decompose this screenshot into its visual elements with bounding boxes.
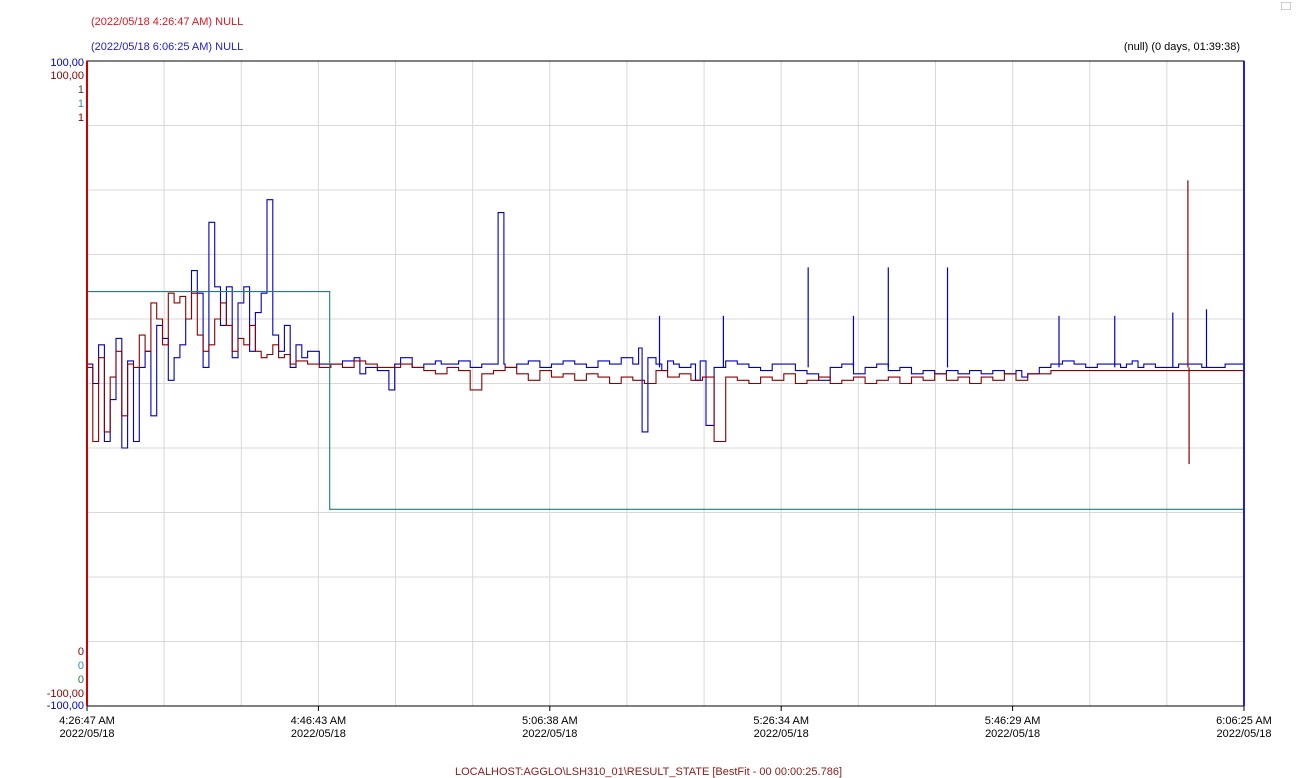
x-tick-date: 2022/05/18 (291, 728, 346, 740)
y-scale-max-label: 100,00 (50, 70, 84, 82)
x-tick-date: 2022/05/18 (1216, 728, 1271, 740)
y-scale-min-label: -100,00 (47, 700, 84, 712)
y-scale-min-label: -100,00 (47, 688, 84, 700)
y-scale-max-label: 1 (78, 112, 84, 124)
series-line-2 (87, 292, 1244, 443)
x-tick-date: 2022/05/18 (985, 728, 1040, 740)
x-tick-time: 6:06:25 AM (1216, 715, 1272, 727)
trend-chart: 100,00100,00 1 1 1 0 0 0 -100,00-100,00 4:26:47… (47, 57, 1272, 740)
y-scale-min-label: 0 (78, 646, 84, 658)
grid-lines (87, 61, 1244, 706)
x-tick-time: 5:26:34 AM (753, 715, 809, 727)
series-layer (87, 180, 1244, 510)
y-scale-max-label: 100,00 (50, 57, 84, 69)
x-tick-time: 5:46:29 AM (985, 715, 1041, 727)
x-tick-date: 2022/05/18 (59, 728, 114, 740)
y-axis-labels: 100,00100,00 1 1 1 0 0 0 -100,00-100,00 (47, 57, 84, 712)
y-scale-max-label: 1 (78, 84, 84, 96)
x-tick-time: 4:46:43 AM (291, 715, 347, 727)
x-tick-time: 4:26:47 AM (59, 715, 115, 727)
x-tick-time: 5:06:38 AM (522, 715, 578, 727)
trend-window: (2022/05/18 4:26:47 AM) NULL (2022/05/18… (0, 0, 1297, 778)
x-tick-date: 2022/05/18 (754, 728, 809, 740)
tag-name-label: LOCALHOST:AGGLO\LSH310_01\RESULT_STATE [… (454, 766, 842, 778)
y-scale-max-label: 1 (78, 98, 84, 110)
y-scale-min-label: 0 (78, 660, 84, 672)
y-scale-min-label: 0 (78, 674, 84, 686)
x-axis-ticks: 4:26:47 AM2022/05/184:46:43 AM2022/05/18… (59, 706, 1272, 740)
series-line-1 (87, 199, 1244, 449)
x-tick-date: 2022/05/18 (522, 728, 577, 740)
series-line-3 (87, 291, 1244, 510)
